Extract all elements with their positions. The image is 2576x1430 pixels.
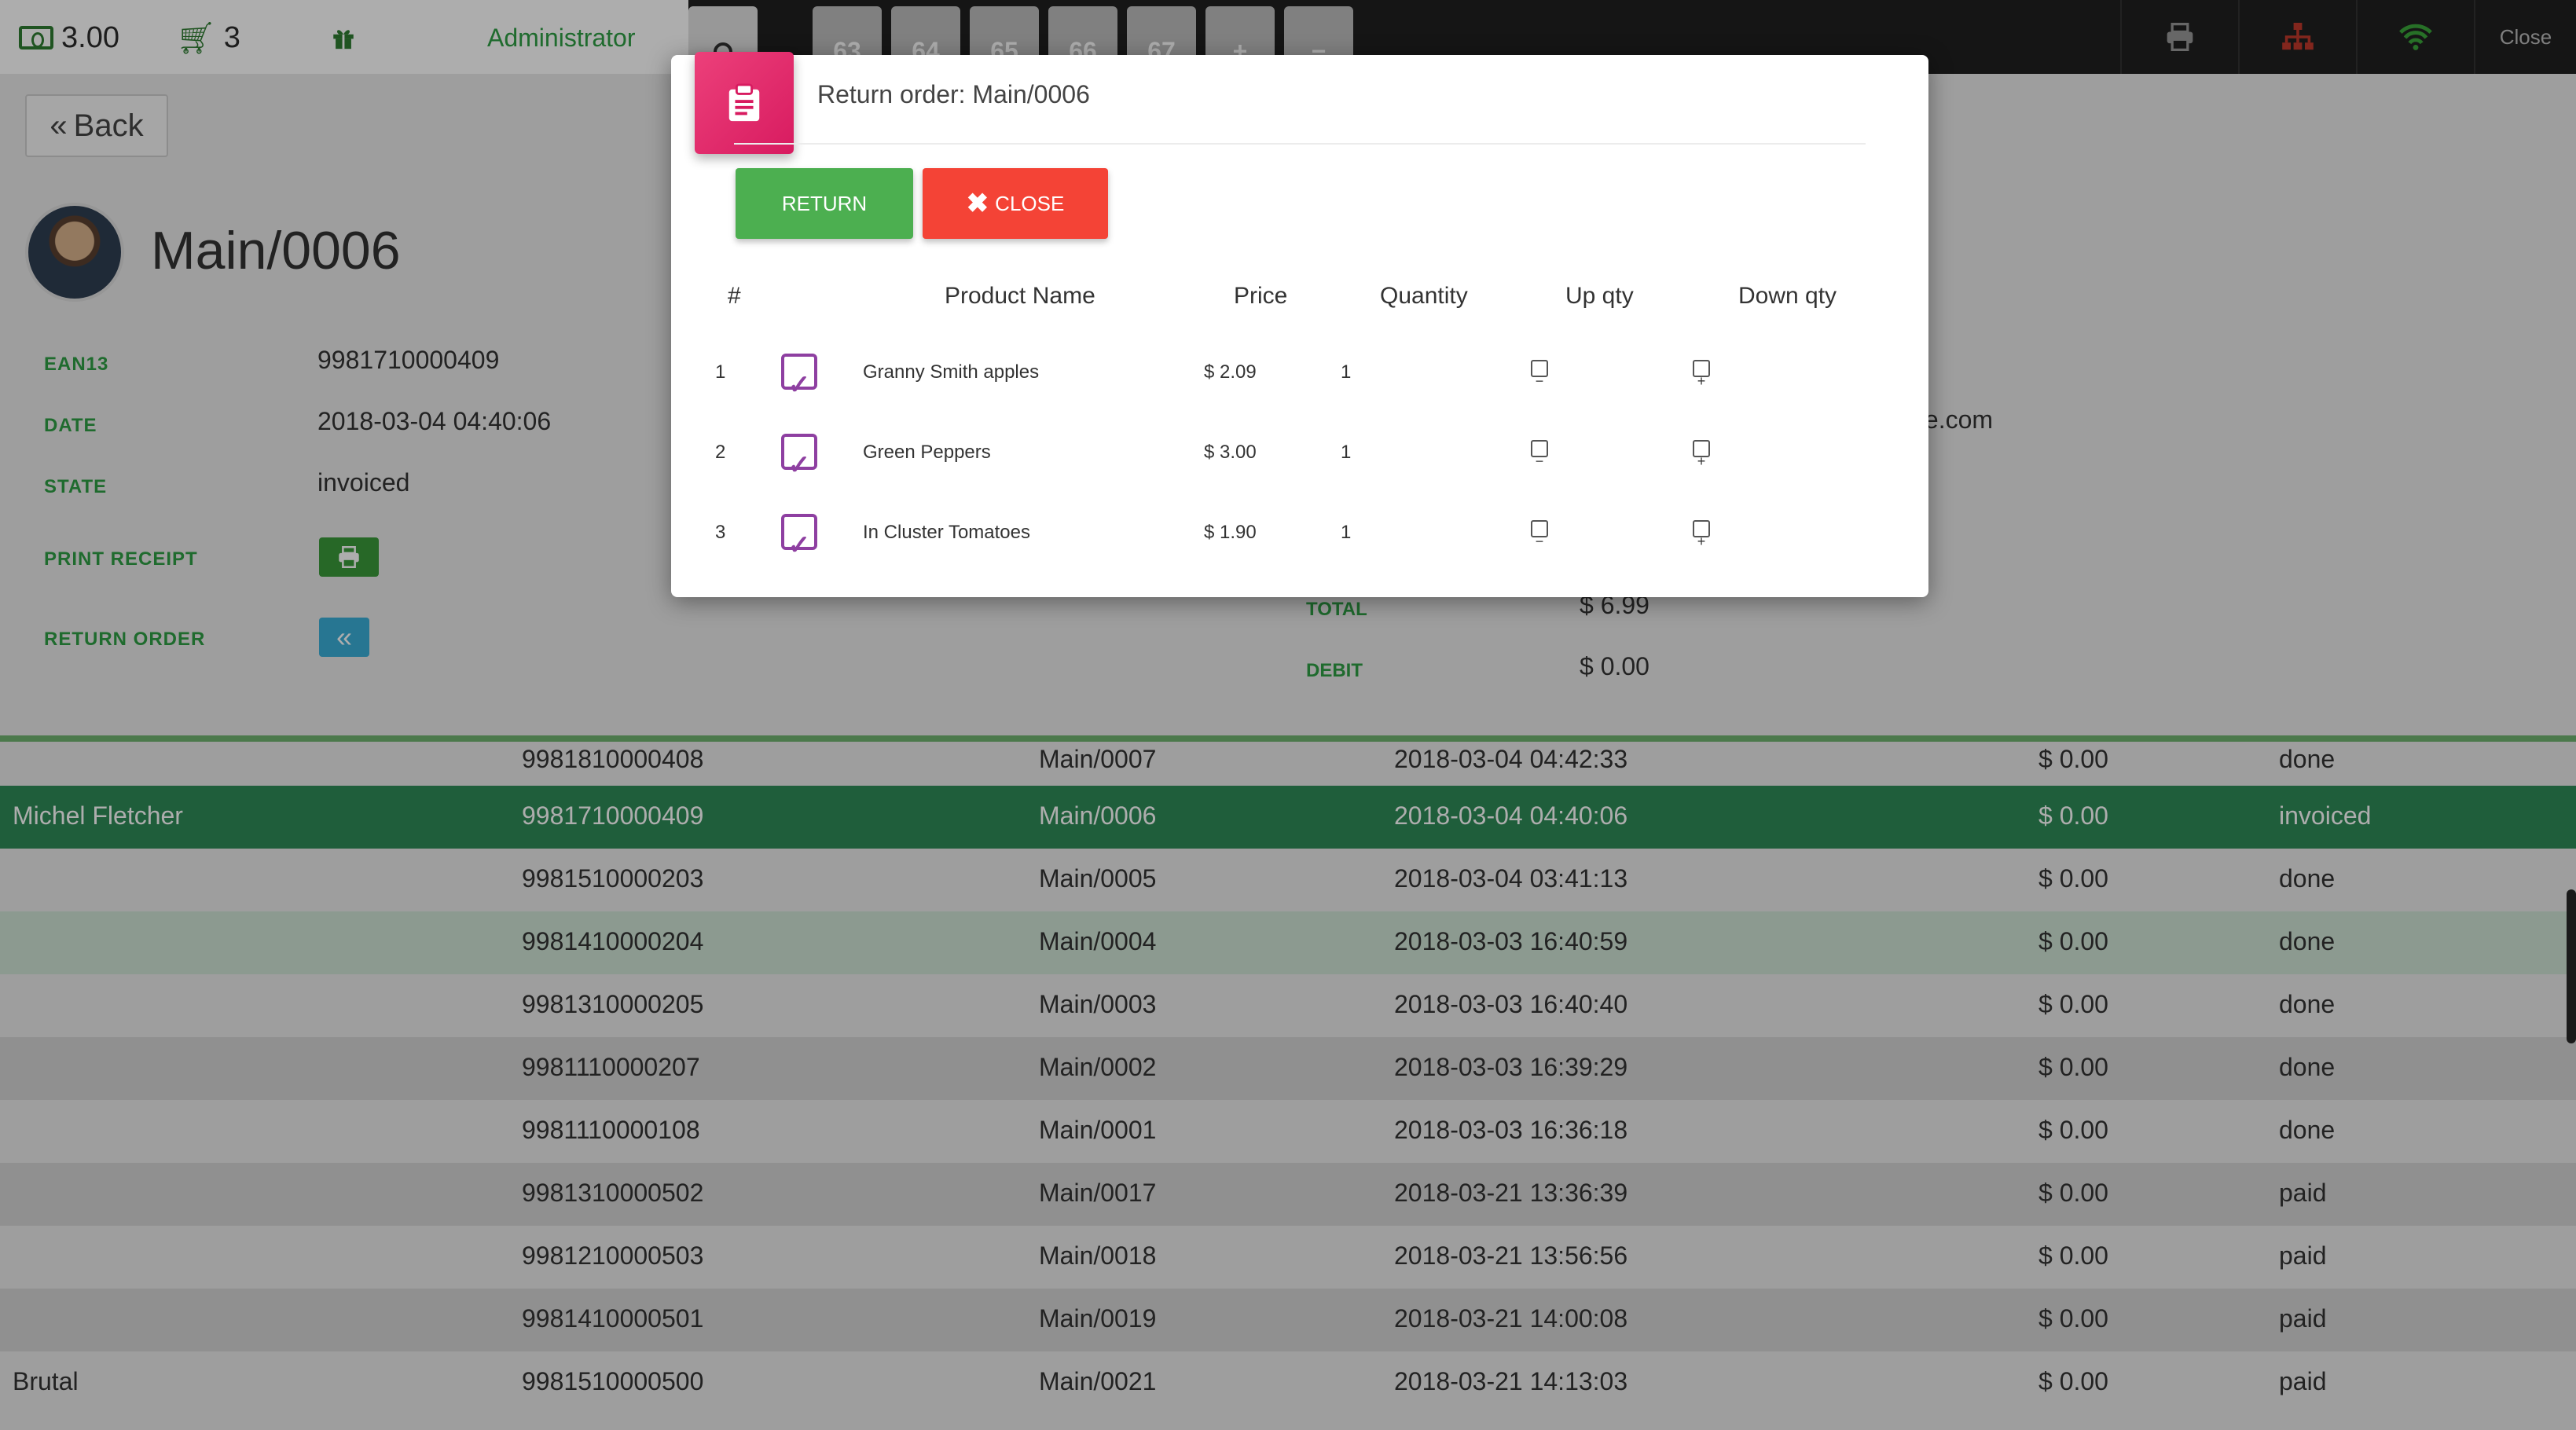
return-order-dialog: Return order: Main/0006 RETURN ✖ CLOSE #… [671, 52, 1928, 597]
increase-qty-button[interactable]: + [1693, 360, 1710, 388]
dialog-title: Return order: Main/0006 [817, 80, 1090, 108]
return-line: 3 ✓ In Cluster Tomatoes $ 1.90 1 − + [671, 509, 1928, 560]
plus-square-icon: + [1697, 534, 1706, 549]
minus-square-icon: − [1535, 373, 1544, 389]
return-button-label: RETURN [781, 191, 868, 215]
decrease-qty-button[interactable]: − [1531, 360, 1548, 388]
minus-square-icon: − [1535, 453, 1544, 469]
line-price: $ 2.09 [1204, 361, 1257, 383]
col-header-down-qty: Down qty [1738, 283, 1837, 309]
col-header-quantity: Quantity [1380, 283, 1468, 309]
line-checkbox[interactable]: ✓ [781, 514, 817, 560]
checkmark-icon: ✓ [787, 450, 811, 480]
line-checkbox[interactable]: ✓ [781, 434, 817, 480]
checkmark-icon: ✓ [787, 530, 811, 560]
line-quantity: 1 [1341, 442, 1352, 463]
close-button-label: CLOSE [995, 191, 1065, 215]
page-scrollbar[interactable] [2567, 889, 2576, 1043]
return-line: 2 ✓ Green Peppers $ 3.00 1 − + [671, 429, 1928, 480]
clipboard-icon [695, 52, 794, 154]
decrease-qty-button[interactable]: − [1531, 520, 1548, 548]
plus-square-icon: + [1697, 373, 1706, 389]
decrease-qty-button[interactable]: − [1531, 440, 1548, 468]
col-header-num: # [728, 283, 741, 309]
line-quantity: 1 [1341, 522, 1352, 543]
line-product: Granny Smith apples [863, 361, 1040, 383]
dialog-divider [734, 143, 1866, 145]
line-product: Green Peppers [863, 442, 991, 463]
plus-square-icon: + [1697, 453, 1706, 469]
line-price: $ 1.90 [1204, 522, 1257, 543]
minus-square-icon: − [1535, 534, 1544, 549]
line-number: 2 [715, 442, 726, 463]
increase-qty-button[interactable]: + [1693, 440, 1710, 468]
return-button[interactable]: RETURN [736, 168, 913, 239]
line-checkbox[interactable]: ✓ [781, 354, 817, 400]
return-line: 1 ✓ Granny Smith apples $ 2.09 1 − + [671, 349, 1928, 400]
col-header-product: Product Name [945, 283, 1095, 309]
close-icon: ✖ [966, 189, 989, 218]
col-header-up-qty: Up qty [1565, 283, 1634, 309]
line-product: In Cluster Tomatoes [863, 522, 1030, 543]
line-number: 3 [715, 522, 726, 543]
increase-qty-button[interactable]: + [1693, 520, 1710, 548]
line-quantity: 1 [1341, 361, 1352, 383]
line-price: $ 3.00 [1204, 442, 1257, 463]
close-button[interactable]: ✖ CLOSE [923, 168, 1108, 239]
checkmark-icon: ✓ [787, 370, 811, 400]
line-number: 1 [715, 361, 726, 383]
col-header-price: Price [1234, 283, 1288, 309]
